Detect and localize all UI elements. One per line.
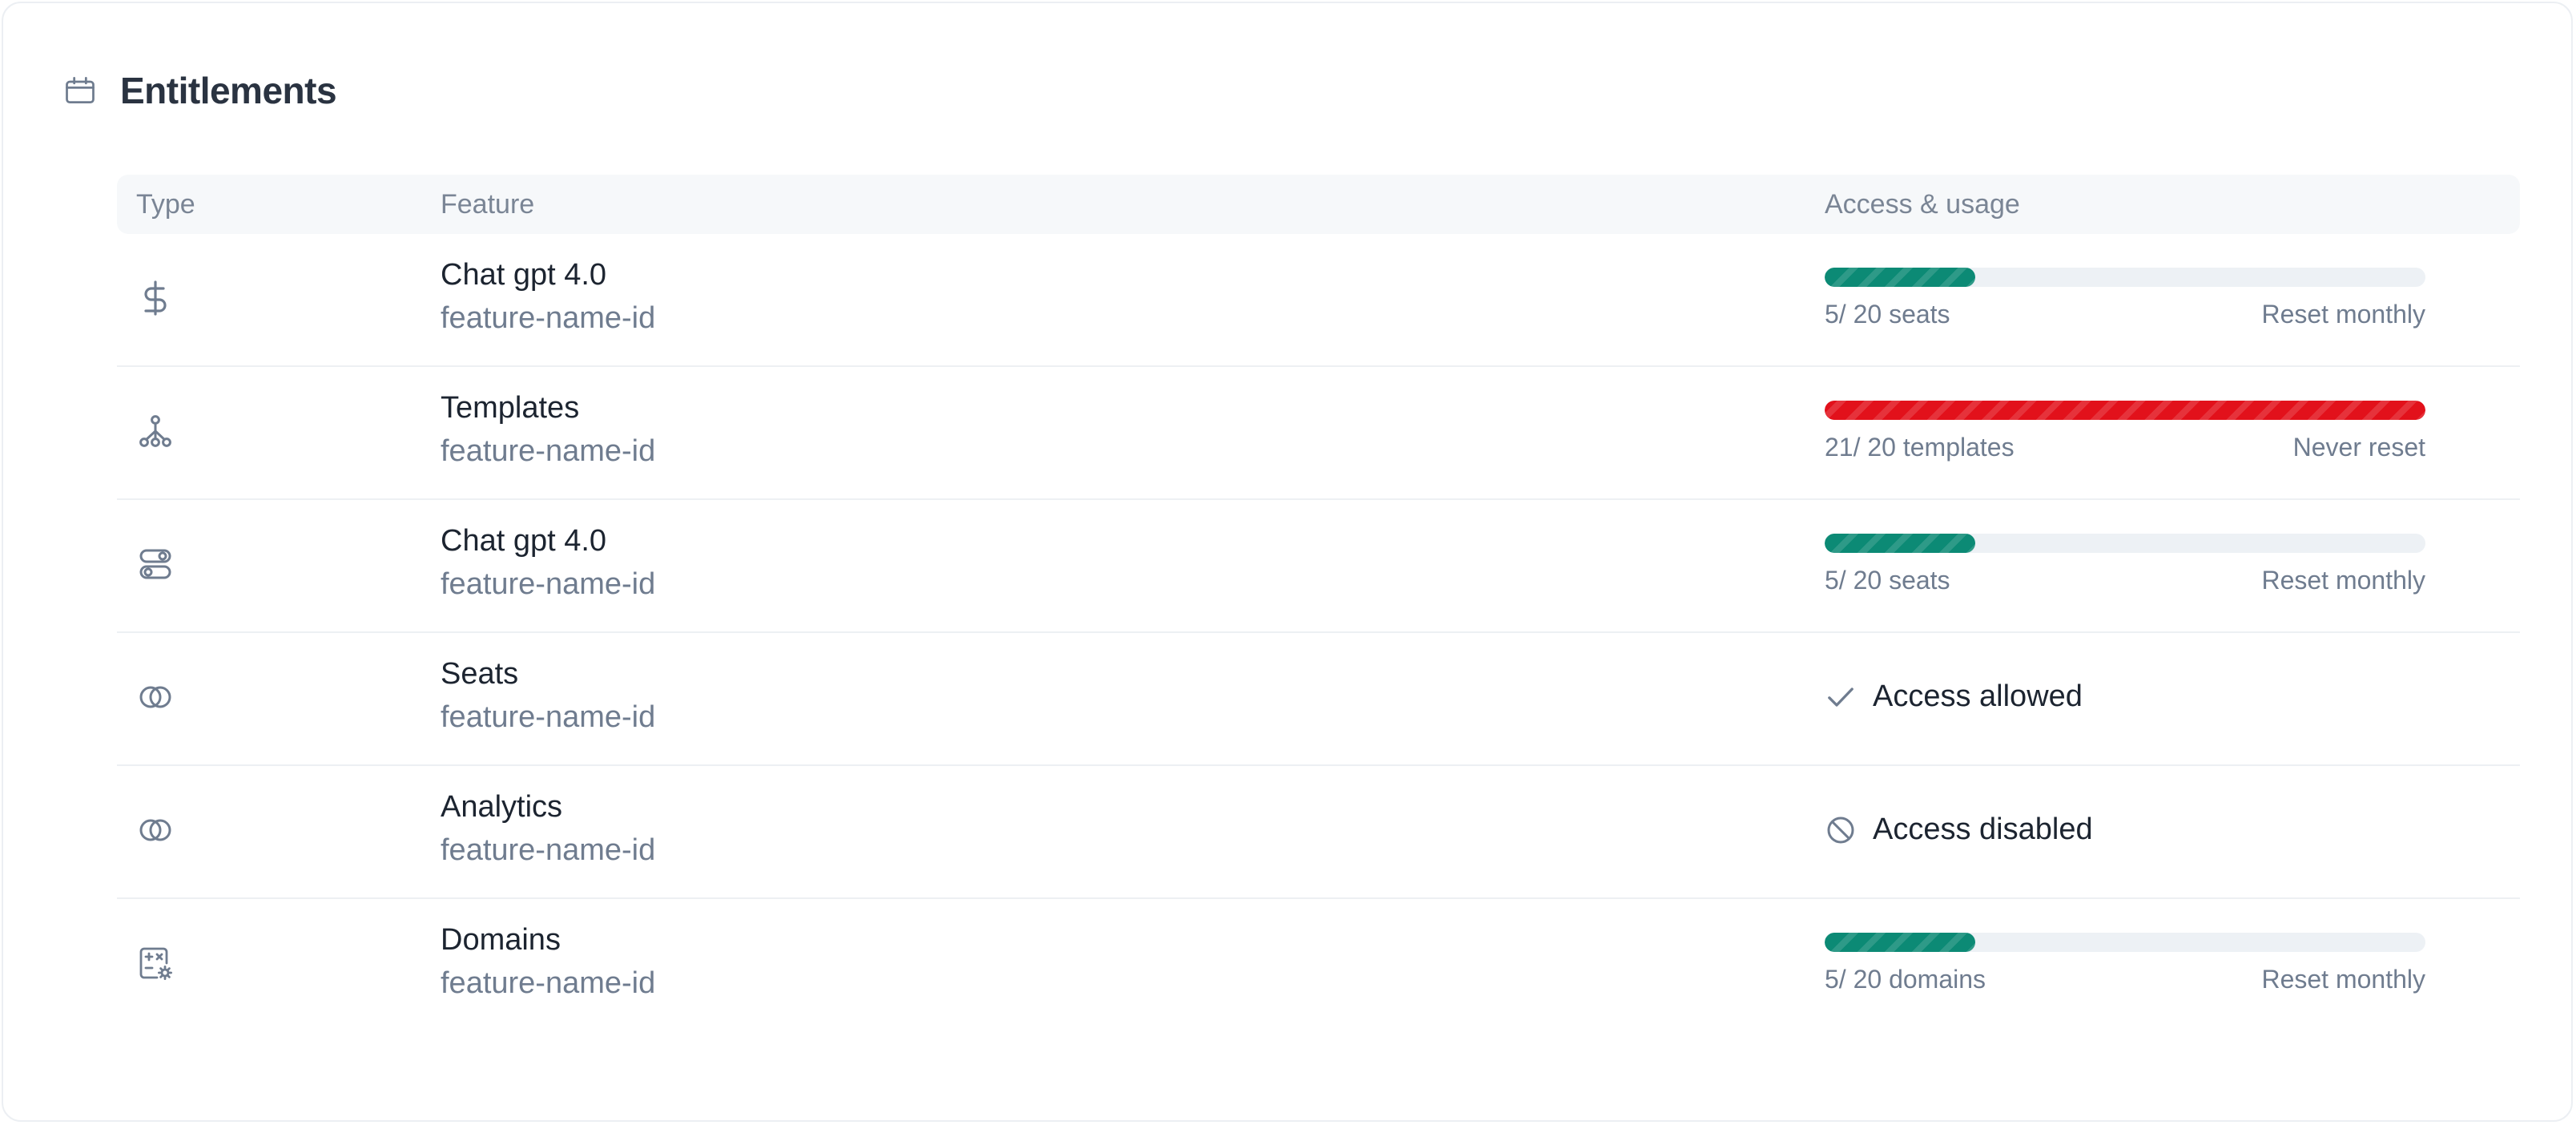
usage-count: 21/ 20 templates [1825,433,2015,462]
usage-bar-fill [1825,401,2425,420]
access-label: Access allowed [1873,679,2083,713]
usage-bar-fill [1825,268,1975,287]
dollar-icon [136,279,175,317]
usage-bar [1825,268,2425,287]
reset-period: Never reset [2292,433,2425,462]
table-header: Type Feature Access & usage [117,175,2520,234]
usage-meter: 5/ 20 domains Reset monthly [1825,933,2425,994]
usage-meter: 5/ 20 seats Reset monthly [1825,534,2425,595]
card-header: Entitlements [62,69,337,112]
feature-id: feature-name-id [441,966,656,1000]
reset-period: Reset monthly [2261,300,2425,329]
access-status: Access allowed [1825,679,2083,714]
usage-meter: 5/ 20 seats Reset monthly [1825,268,2425,329]
calendar-icon [62,73,98,108]
feature-id: feature-name-id [441,301,656,335]
usage-count: 5/ 20 domains [1825,965,1986,994]
usage-bar-fill [1825,534,1975,553]
table-row[interactable]: Domains feature-name-id 5/ 20 domains Re… [117,899,2520,1032]
rings-icon [136,811,175,849]
feature-name: Seats [441,657,519,691]
column-header-access: Access & usage [1825,189,2020,220]
check-icon [1825,681,1857,713]
blocked-icon [1825,814,1857,846]
feature-name: Templates [441,391,580,425]
usage-bar [1825,933,2425,952]
table-row[interactable]: Chat gpt 4.0 feature-name-id 5/ 20 seats… [117,234,2520,367]
feature-name: Chat gpt 4.0 [441,524,607,558]
feature-name: Analytics [441,790,563,824]
tree-icon [136,412,175,450]
column-header-type: Type [136,189,195,220]
usage-bar [1825,401,2425,420]
usage-meter: 21/ 20 templates Never reset [1825,401,2425,462]
feature-name: Chat gpt 4.0 [441,258,607,292]
access-status: Access disabled [1825,812,2093,847]
usage-bar [1825,534,2425,553]
feature-id: feature-name-id [441,434,656,468]
reset-period: Reset monthly [2261,566,2425,595]
calculator-settings-icon [136,944,175,982]
usage-count: 5/ 20 seats [1825,300,1950,329]
table-row[interactable]: Seats feature-name-id Access allowed [117,633,2520,766]
page-title: Entitlements [120,70,337,111]
table-row[interactable]: Analytics feature-name-id Access disable… [117,766,2520,899]
usage-count: 5/ 20 seats [1825,566,1950,595]
feature-id: feature-name-id [441,833,656,867]
access-label: Access disabled [1873,812,2093,846]
rings-icon [136,678,175,716]
entitlements-table: Type Feature Access & usage Chat gpt 4.0… [117,175,2520,1032]
column-header-feature: Feature [441,189,535,220]
feature-id: feature-name-id [441,567,656,601]
feature-name: Domains [441,923,561,957]
entitlements-card: Entitlements Type Feature Access & usage… [2,2,2573,1122]
reset-period: Reset monthly [2261,965,2425,994]
toggle-icon [136,545,175,583]
feature-id: feature-name-id [441,700,656,734]
usage-bar-fill [1825,933,1975,952]
table-row[interactable]: Chat gpt 4.0 feature-name-id 5/ 20 seats… [117,500,2520,633]
table-row[interactable]: Templates feature-name-id 21/ 20 templat… [117,367,2520,500]
